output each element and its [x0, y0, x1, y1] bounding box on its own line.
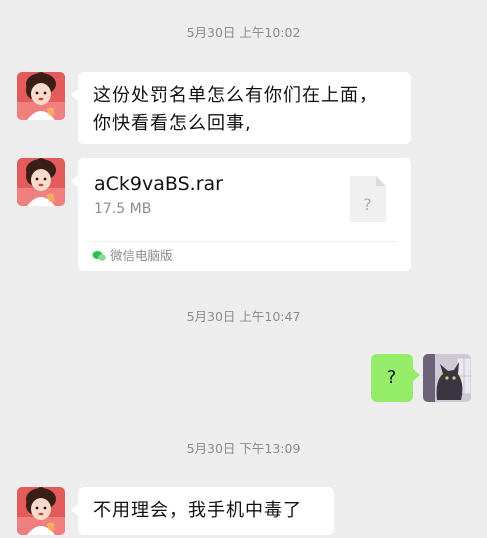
file-icon-mark: ? — [363, 195, 373, 214]
divider — [92, 241, 397, 242]
file-message-card[interactable]: aCk9vaBS.rar 17.5 MB ? 微信电脑版 — [71, 158, 411, 271]
message-bubble[interactable]: 不用理会，我手机中毒了 — [71, 487, 334, 535]
message-bubble-self[interactable]: ? — [371, 354, 420, 402]
timestamp: 5月30日 上午10:02 — [186, 25, 301, 40]
unknown-file-icon: ? — [350, 176, 386, 222]
timestamp: 5月30日 下午13:09 — [186, 441, 301, 456]
contact-avatar[interactable] — [17, 487, 65, 535]
message-text-line: 你快看看怎么回事, — [93, 113, 252, 134]
self-avatar[interactable] — [423, 354, 471, 402]
message-text: 不用理会，我手机中毒了 — [93, 500, 302, 521]
message-text-line: 这份处罚名单怎么有你们在上面， — [93, 85, 378, 106]
file-source: 微信电脑版 — [92, 248, 173, 264]
cat-avatar — [423, 354, 471, 402]
file-name: aCk9vaBS.rar — [94, 173, 223, 195]
timestamp: 5月30日 上午10:47 — [186, 309, 301, 324]
file-source-label: 微信电脑版 — [110, 248, 173, 263]
file-size: 17.5 MB — [94, 201, 152, 217]
message-bubble[interactable]: 这份处罚名单怎么有你们在上面， 你快看看怎么回事, — [71, 72, 411, 144]
contact-avatar[interactable] — [17, 158, 65, 206]
message-text: ? — [386, 367, 398, 388]
wechat-pc-icon — [92, 251, 106, 261]
contact-avatar[interactable] — [17, 72, 65, 120]
